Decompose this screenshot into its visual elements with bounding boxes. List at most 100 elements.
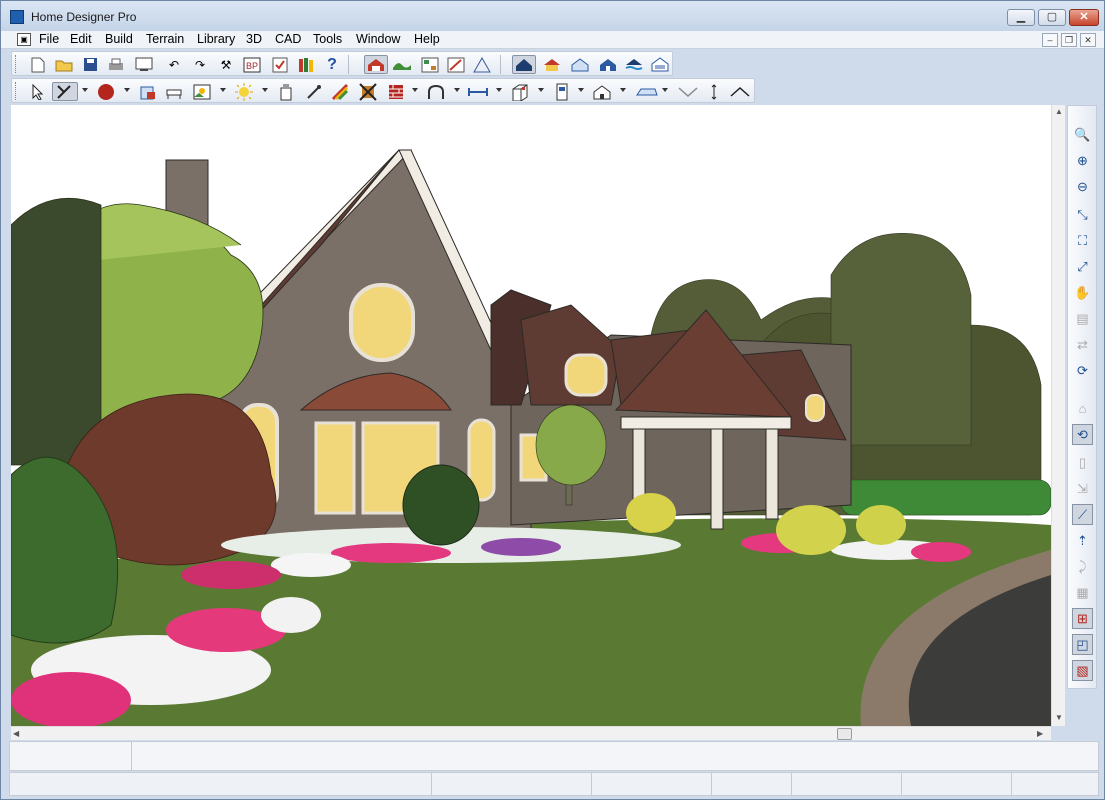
help-icon[interactable]: ? bbox=[322, 55, 342, 74]
fit-all-icon[interactable]: ⛶ bbox=[1072, 230, 1093, 251]
toolbar-grip[interactable] bbox=[15, 82, 18, 100]
tools-icon[interactable]: ⚒ bbox=[216, 55, 236, 74]
undo-icon[interactable]: ↶ bbox=[164, 55, 184, 74]
paint-bucket-icon[interactable] bbox=[276, 82, 296, 101]
menu-window[interactable]: Window bbox=[354, 32, 402, 46]
select-arrow-icon[interactable] bbox=[28, 82, 48, 101]
menu-build[interactable]: Build bbox=[103, 32, 135, 46]
hatch-icon[interactable]: ▧ bbox=[1072, 660, 1093, 681]
scroll-left-arrow[interactable]: ◀ bbox=[13, 729, 19, 738]
house-icon[interactable]: ⌂ bbox=[1072, 398, 1093, 419]
menu-cad[interactable]: CAD bbox=[273, 32, 303, 46]
door-tool-dropdown[interactable] bbox=[578, 88, 584, 92]
mdi-restore-button[interactable]: ❐ bbox=[1061, 33, 1077, 47]
edit-mode-icon[interactable] bbox=[52, 82, 78, 101]
arrow-up-icon[interactable]: ⇡ bbox=[1072, 530, 1093, 551]
chevron-icon[interactable] bbox=[676, 82, 700, 101]
print-icon[interactable] bbox=[106, 55, 126, 74]
fit-selection-icon[interactable]: ⤢ bbox=[1072, 256, 1093, 277]
stair-tool-dropdown[interactable] bbox=[662, 88, 668, 92]
horizontal-scroll-thumb[interactable] bbox=[837, 728, 852, 740]
circle-tool-icon[interactable] bbox=[96, 82, 116, 101]
minimize-button[interactable]: ▁ bbox=[1007, 9, 1035, 26]
roof-tool-dropdown[interactable] bbox=[620, 88, 626, 92]
camera-house-icon[interactable] bbox=[540, 55, 564, 74]
mdi-close-button[interactable]: ✕ bbox=[1080, 33, 1096, 47]
eyedropper-icon[interactable] bbox=[304, 82, 324, 101]
stair-tool-icon[interactable] bbox=[634, 82, 660, 101]
open-folder-icon[interactable] bbox=[54, 55, 74, 74]
menu-terrain[interactable]: Terrain bbox=[144, 32, 186, 46]
swap-icon[interactable]: ⇄ bbox=[1072, 334, 1093, 355]
caret-up-icon[interactable] bbox=[728, 82, 752, 101]
snap-grid-icon[interactable]: ⊞ bbox=[1072, 608, 1093, 629]
zoom-out-icon[interactable]: ⊖ bbox=[1072, 176, 1093, 197]
light-tool-icon[interactable] bbox=[234, 82, 254, 101]
check-icon[interactable] bbox=[270, 55, 290, 74]
door-tool-icon[interactable] bbox=[552, 82, 572, 101]
camera-front-icon[interactable] bbox=[512, 55, 536, 74]
wall-tool-icon[interactable] bbox=[386, 82, 406, 101]
plan-materials-icon[interactable]: BP bbox=[242, 55, 262, 74]
maximize-button[interactable]: ▢ bbox=[1038, 9, 1066, 26]
vertical-scrollbar[interactable]: ▲ ▼ bbox=[1051, 105, 1065, 726]
layer-icon[interactable]: ▤ bbox=[1072, 308, 1093, 329]
menu-3d[interactable]: 3D bbox=[244, 32, 264, 46]
tilt-icon[interactable]: ⤸ bbox=[1072, 556, 1093, 577]
image-tool-dropdown[interactable] bbox=[220, 88, 226, 92]
camera-icon[interactable]: ⟲ bbox=[1072, 424, 1093, 445]
snap-dimension-icon[interactable]: ◰ bbox=[1072, 634, 1093, 655]
scroll-icon[interactable]: ⇲ bbox=[1072, 478, 1093, 499]
roof-tool-icon[interactable] bbox=[592, 82, 612, 101]
print-preview-icon[interactable] bbox=[134, 55, 154, 74]
light-tool-dropdown[interactable] bbox=[262, 88, 268, 92]
menu-edit[interactable]: Edit bbox=[68, 32, 94, 46]
wall-tool-dropdown[interactable] bbox=[412, 88, 418, 92]
terrain-view-icon[interactable] bbox=[390, 55, 414, 74]
text-tool-icon[interactable] bbox=[138, 82, 158, 101]
floor-plan-view-icon[interactable] bbox=[364, 55, 388, 74]
horizontal-scrollbar[interactable]: ◀ ▶ bbox=[11, 726, 1051, 740]
arc-tool-icon[interactable] bbox=[426, 82, 446, 101]
furniture-tool-icon[interactable] bbox=[164, 82, 184, 101]
redo-icon[interactable]: ↷ bbox=[190, 55, 210, 74]
cabinet-tool-dropdown[interactable] bbox=[538, 88, 544, 92]
close-button[interactable]: ✕ bbox=[1069, 9, 1099, 26]
image-tool-icon[interactable] bbox=[192, 82, 212, 101]
circle-tool-dropdown[interactable] bbox=[124, 88, 130, 92]
pan-hand-icon[interactable]: ✋ bbox=[1072, 282, 1093, 303]
elevation-view-icon[interactable] bbox=[444, 55, 468, 74]
toolbar-grip[interactable] bbox=[15, 55, 18, 73]
arc-tool-dropdown[interactable] bbox=[454, 88, 460, 92]
menu-help[interactable]: Help bbox=[412, 32, 442, 46]
camera-dollhouse-icon[interactable] bbox=[596, 55, 620, 74]
cabinet-tool-icon[interactable] bbox=[510, 82, 530, 101]
new-file-icon[interactable] bbox=[28, 55, 48, 74]
camera-table-icon[interactable] bbox=[648, 55, 672, 74]
zoom-icon[interactable]: 🔍 bbox=[1072, 124, 1093, 145]
grid-icon[interactable]: ▦ bbox=[1072, 582, 1093, 603]
camera-glass-icon[interactable] bbox=[568, 55, 592, 74]
refresh-icon[interactable]: ⟳ bbox=[1072, 360, 1093, 381]
line-icon[interactable]: ⟋ bbox=[1072, 504, 1093, 525]
elevation-line-icon[interactable] bbox=[704, 82, 724, 101]
zoom-in-icon[interactable]: ⊕ bbox=[1072, 150, 1093, 171]
fill-window-icon[interactable]: ⤡ bbox=[1072, 204, 1093, 225]
framing-view-icon[interactable] bbox=[470, 55, 494, 74]
delete-tool-icon[interactable] bbox=[358, 82, 378, 101]
camera-overview-icon[interactable] bbox=[622, 55, 646, 74]
menu-tools[interactable]: Tools bbox=[311, 32, 344, 46]
menu-library[interactable]: Library bbox=[195, 32, 237, 46]
save-icon[interactable] bbox=[80, 55, 100, 74]
3d-viewport[interactable] bbox=[11, 105, 1051, 726]
scroll-right-arrow[interactable]: ▶ bbox=[1037, 729, 1043, 738]
door-icon[interactable]: ▯ bbox=[1072, 452, 1093, 473]
document-icon[interactable]: ▣ bbox=[17, 33, 31, 46]
material-icon[interactable] bbox=[330, 82, 350, 101]
scroll-down-arrow[interactable]: ▼ bbox=[1055, 713, 1063, 722]
dimension-tool-icon[interactable] bbox=[468, 82, 488, 101]
mdi-minimize-button[interactable]: – bbox=[1042, 33, 1058, 47]
menu-file[interactable]: File bbox=[37, 32, 61, 46]
dimension-tool-dropdown[interactable] bbox=[496, 88, 502, 92]
scroll-up-arrow[interactable]: ▲ bbox=[1055, 107, 1063, 116]
